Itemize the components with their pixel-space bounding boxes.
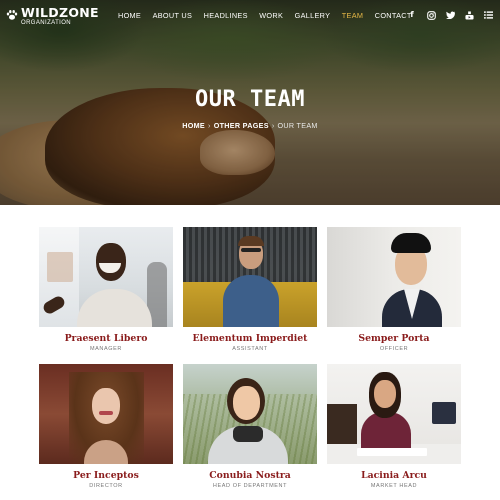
team-member-role: MANAGER xyxy=(89,346,122,352)
site-logo[interactable]: WILDZONE ORGANIZATION xyxy=(6,5,99,26)
team-card[interactable]: Lacinia Arcu MARKET HEAD xyxy=(327,364,461,489)
team-card[interactable]: Per Inceptos DIRECTOR xyxy=(39,364,173,489)
youtube-icon[interactable] xyxy=(464,10,474,20)
breadcrumb-current: OUR TEAM xyxy=(277,121,318,130)
menu-icon[interactable] xyxy=(483,10,493,20)
breadcrumb-separator: › xyxy=(271,121,275,130)
team-member-name[interactable]: Semper Porta xyxy=(327,333,461,344)
team-member-photo[interactable] xyxy=(327,364,461,464)
logo-tagline: ORGANIZATION xyxy=(21,20,72,26)
team-member-name[interactable]: Lacinia Arcu xyxy=(327,470,461,481)
hero-banner: WILDZONE ORGANIZATION HOME ABOUT US HEAD… xyxy=(0,0,500,205)
team-member-name[interactable]: Per Inceptos xyxy=(39,470,173,481)
team-member-name[interactable]: Praesent Libero xyxy=(39,333,173,344)
logo-name: WILDZONE xyxy=(21,5,99,20)
page-title: OUR TEAM xyxy=(195,87,305,112)
team-member-photo[interactable] xyxy=(183,227,317,327)
team-member-photo[interactable] xyxy=(39,227,173,327)
team-member-role: ASSISTANT xyxy=(232,346,268,352)
team-member-photo[interactable] xyxy=(39,364,173,464)
nav-team[interactable]: TEAM xyxy=(342,11,363,20)
breadcrumb-separator: › xyxy=(208,121,211,130)
team-card[interactable]: Praesent Libero MANAGER xyxy=(39,227,173,352)
social-links: f xyxy=(407,10,500,20)
main-menu: HOME ABOUT US HEADLINES WORK GALLERY TEA… xyxy=(118,11,423,20)
twitter-icon[interactable] xyxy=(445,10,455,20)
instagram-icon[interactable] xyxy=(426,10,436,20)
team-member-role: DIRECTOR xyxy=(89,483,123,489)
team-card[interactable]: Semper Porta OFFICER xyxy=(327,227,461,352)
team-member-role: MARKET HEAD xyxy=(370,483,418,489)
team-member-role: OFFICER xyxy=(379,346,409,352)
team-card[interactable]: Elementum Imperdiet ASSISTANT xyxy=(183,227,317,352)
team-member-photo[interactable] xyxy=(183,364,317,464)
team-member-name[interactable]: Elementum Imperdiet xyxy=(183,333,317,344)
team-member-name[interactable]: Conubia Nostra xyxy=(183,470,317,481)
breadcrumb-other-pages[interactable]: OTHER PAGES xyxy=(214,121,269,130)
nav-work[interactable]: WORK xyxy=(259,11,283,20)
facebook-icon[interactable]: f xyxy=(407,10,417,20)
team-member-role: HEAD OF DEPARTMENT xyxy=(212,483,288,489)
breadcrumb: HOME › OTHER PAGES › OUR TEAM xyxy=(0,121,500,130)
top-navigation: WILDZONE ORGANIZATION HOME ABOUT US HEAD… xyxy=(0,0,500,32)
breadcrumb-home[interactable]: HOME xyxy=(182,121,205,130)
nav-about-us[interactable]: ABOUT US xyxy=(153,11,193,20)
nav-headlines[interactable]: HEADLINES xyxy=(204,11,248,20)
team-card[interactable]: Conubia Nostra HEAD OF DEPARTMENT xyxy=(183,364,317,489)
nav-home[interactable]: HOME xyxy=(118,11,141,20)
paw-icon xyxy=(6,10,18,20)
team-member-photo[interactable] xyxy=(327,227,461,327)
nav-gallery[interactable]: GALLERY xyxy=(295,11,331,20)
